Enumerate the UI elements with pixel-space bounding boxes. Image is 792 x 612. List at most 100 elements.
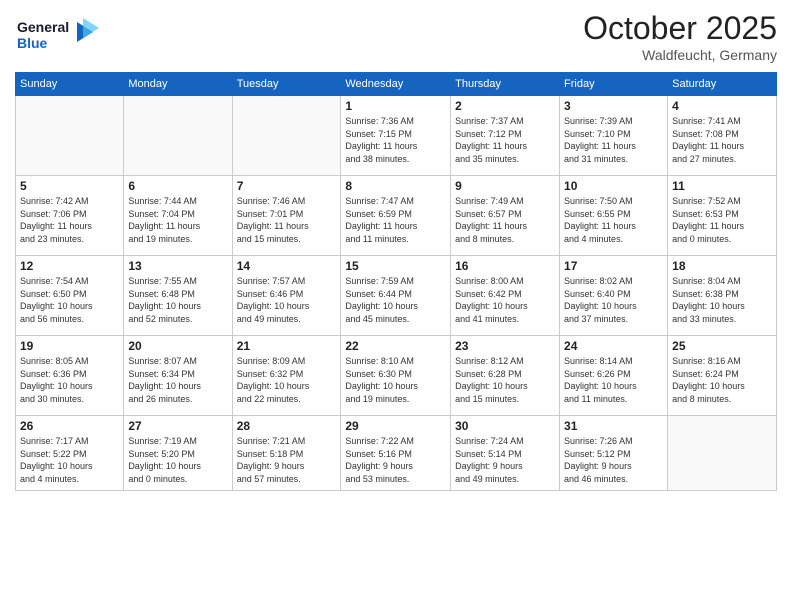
day-number: 8 xyxy=(345,179,446,193)
calendar-cell: 28 Sunrise: 7:21 AM Sunset: 5:18 PM Dayli… xyxy=(232,416,341,491)
day-info: Sunrise: 7:21 AM Sunset: 5:18 PM Dayligh… xyxy=(237,435,337,485)
weekday-header-monday: Monday xyxy=(124,73,232,96)
calendar-cell: 14 Sunrise: 7:57 AM Sunset: 6:46 PM Dayli… xyxy=(232,256,341,336)
day-info: Sunrise: 8:10 AM Sunset: 6:30 PM Dayligh… xyxy=(345,355,446,405)
day-number: 12 xyxy=(20,259,119,273)
calendar-cell: 9 Sunrise: 7:49 AM Sunset: 6:57 PM Daylig… xyxy=(451,176,560,256)
svg-text:General: General xyxy=(17,19,69,35)
calendar-cell: 7 Sunrise: 7:46 AM Sunset: 7:01 PM Daylig… xyxy=(232,176,341,256)
day-info: Sunrise: 8:16 AM Sunset: 6:24 PM Dayligh… xyxy=(672,355,772,405)
day-number: 31 xyxy=(564,419,663,433)
day-info: Sunrise: 7:36 AM Sunset: 7:15 PM Dayligh… xyxy=(345,115,446,165)
day-number: 11 xyxy=(672,179,772,193)
calendar-cell: 27Sunrise: 7:19 AM Sunset: 5:20 PM Dayli… xyxy=(124,416,232,491)
calendar-cell: 30Sunrise: 7:24 AM Sunset: 5:14 PM Dayli… xyxy=(451,416,560,491)
title-block: October 2025 Waldfeucht, Germany xyxy=(583,10,777,63)
day-info: Sunrise: 7:47 AM Sunset: 6:59 PM Dayligh… xyxy=(345,195,446,245)
day-number: 16 xyxy=(455,259,555,273)
calendar-cell: 21Sunrise: 8:09 AM Sunset: 6:32 PM Dayli… xyxy=(232,336,341,416)
calendar-cell: 6 Sunrise: 7:44 AM Sunset: 7:04 PM Daylig… xyxy=(124,176,232,256)
calendar-cell: 3 Sunrise: 7:39 AM Sunset: 7:10 PM Daylig… xyxy=(560,96,668,176)
page-container: General Blue October 2025 Waldfeucht, Ge… xyxy=(0,0,792,496)
header: General Blue October 2025 Waldfeucht, Ge… xyxy=(15,10,777,64)
weekday-header-saturday: Saturday xyxy=(668,73,777,96)
week-row-2: 5 Sunrise: 7:42 AM Sunset: 7:06 PM Daylig… xyxy=(16,176,777,256)
day-number: 15 xyxy=(345,259,446,273)
day-info: Sunrise: 7:37 AM Sunset: 7:12 PM Dayligh… xyxy=(455,115,555,165)
weekday-header-wednesday: Wednesday xyxy=(341,73,451,96)
calendar-cell: 1 Sunrise: 7:36 AM Sunset: 7:15 PM Daylig… xyxy=(341,96,451,176)
day-info: Sunrise: 7:57 AM Sunset: 6:46 PM Dayligh… xyxy=(237,275,337,325)
calendar-cell: 13Sunrise: 7:55 AM Sunset: 6:48 PM Dayli… xyxy=(124,256,232,336)
day-info: Sunrise: 7:19 AM Sunset: 5:20 PM Dayligh… xyxy=(128,435,227,485)
calendar-cell: 23 Sunrise: 8:12 AM Sunset: 6:28 PM Dayli… xyxy=(451,336,560,416)
day-number: 3 xyxy=(564,99,663,113)
weekday-header-thursday: Thursday xyxy=(451,73,560,96)
calendar-cell: 5 Sunrise: 7:42 AM Sunset: 7:06 PM Daylig… xyxy=(16,176,124,256)
day-number: 7 xyxy=(237,179,337,193)
day-info: Sunrise: 7:39 AM Sunset: 7:10 PM Dayligh… xyxy=(564,115,663,165)
day-info: Sunrise: 7:54 AM Sunset: 6:50 PM Dayligh… xyxy=(20,275,119,325)
calendar-cell: 16Sunrise: 8:00 AM Sunset: 6:42 PM Dayli… xyxy=(451,256,560,336)
day-info: Sunrise: 8:14 AM Sunset: 6:26 PM Dayligh… xyxy=(564,355,663,405)
day-info: Sunrise: 7:22 AM Sunset: 5:16 PM Dayligh… xyxy=(345,435,446,485)
weekday-header-row: SundayMondayTuesdayWednesdayThursdayFrid… xyxy=(16,73,777,96)
day-number: 22 xyxy=(345,339,446,353)
calendar-cell: 20Sunrise: 8:07 AM Sunset: 6:34 PM Dayli… xyxy=(124,336,232,416)
day-number: 9 xyxy=(455,179,555,193)
calendar-cell: 29 Sunrise: 7:22 AM Sunset: 5:16 PM Dayli… xyxy=(341,416,451,491)
day-number: 18 xyxy=(672,259,772,273)
day-number: 1 xyxy=(345,99,446,113)
calendar-cell: 25 Sunrise: 8:16 AM Sunset: 6:24 PM Dayli… xyxy=(668,336,777,416)
calendar-cell: 22 Sunrise: 8:10 AM Sunset: 6:30 PM Dayli… xyxy=(341,336,451,416)
day-number: 4 xyxy=(672,99,772,113)
calendar-cell: 12 Sunrise: 7:54 AM Sunset: 6:50 PM Dayli… xyxy=(16,256,124,336)
week-row-1: 1 Sunrise: 7:36 AM Sunset: 7:15 PM Daylig… xyxy=(16,96,777,176)
day-number: 24 xyxy=(564,339,663,353)
day-number: 2 xyxy=(455,99,555,113)
calendar-cell: 19 Sunrise: 8:05 AM Sunset: 6:36 PM Dayli… xyxy=(16,336,124,416)
day-number: 28 xyxy=(237,419,337,433)
weekday-header-tuesday: Tuesday xyxy=(232,73,341,96)
week-row-4: 19 Sunrise: 8:05 AM Sunset: 6:36 PM Dayli… xyxy=(16,336,777,416)
day-number: 29 xyxy=(345,419,446,433)
calendar-cell: 18 Sunrise: 8:04 AM Sunset: 6:38 PM Dayli… xyxy=(668,256,777,336)
day-info: Sunrise: 7:52 AM Sunset: 6:53 PM Dayligh… xyxy=(672,195,772,245)
day-number: 25 xyxy=(672,339,772,353)
calendar-table: SundayMondayTuesdayWednesdayThursdayFrid… xyxy=(15,72,777,491)
calendar-cell: 10Sunrise: 7:50 AM Sunset: 6:55 PM Dayli… xyxy=(560,176,668,256)
day-info: Sunrise: 7:24 AM Sunset: 5:14 PM Dayligh… xyxy=(455,435,555,485)
calendar-cell: 26Sunrise: 7:17 AM Sunset: 5:22 PM Dayli… xyxy=(16,416,124,491)
day-info: Sunrise: 7:59 AM Sunset: 6:44 PM Dayligh… xyxy=(345,275,446,325)
day-info: Sunrise: 8:12 AM Sunset: 6:28 PM Dayligh… xyxy=(455,355,555,405)
calendar-cell xyxy=(668,416,777,491)
day-info: Sunrise: 7:44 AM Sunset: 7:04 PM Dayligh… xyxy=(128,195,227,245)
day-info: Sunrise: 7:46 AM Sunset: 7:01 PM Dayligh… xyxy=(237,195,337,245)
day-info: Sunrise: 8:07 AM Sunset: 6:34 PM Dayligh… xyxy=(128,355,227,405)
day-info: Sunrise: 7:26 AM Sunset: 5:12 PM Dayligh… xyxy=(564,435,663,485)
day-number: 14 xyxy=(237,259,337,273)
calendar-cell: 15 Sunrise: 7:59 AM Sunset: 6:44 PM Dayli… xyxy=(341,256,451,336)
day-info: Sunrise: 8:04 AM Sunset: 6:38 PM Dayligh… xyxy=(672,275,772,325)
calendar-cell: 24 Sunrise: 8:14 AM Sunset: 6:26 PM Dayli… xyxy=(560,336,668,416)
day-number: 21 xyxy=(237,339,337,353)
day-number: 26 xyxy=(20,419,119,433)
calendar-cell xyxy=(232,96,341,176)
day-number: 5 xyxy=(20,179,119,193)
location-subtitle: Waldfeucht, Germany xyxy=(583,47,777,63)
calendar-cell: 31 Sunrise: 7:26 AM Sunset: 5:12 PM Dayli… xyxy=(560,416,668,491)
day-info: Sunrise: 7:42 AM Sunset: 7:06 PM Dayligh… xyxy=(20,195,119,245)
day-number: 10 xyxy=(564,179,663,193)
day-info: Sunrise: 8:05 AM Sunset: 6:36 PM Dayligh… xyxy=(20,355,119,405)
calendar-cell: 2 Sunrise: 7:37 AM Sunset: 7:12 PM Daylig… xyxy=(451,96,560,176)
day-number: 23 xyxy=(455,339,555,353)
day-number: 6 xyxy=(128,179,227,193)
weekday-header-sunday: Sunday xyxy=(16,73,124,96)
day-info: Sunrise: 7:41 AM Sunset: 7:08 PM Dayligh… xyxy=(672,115,772,165)
weekday-header-friday: Friday xyxy=(560,73,668,96)
day-number: 19 xyxy=(20,339,119,353)
day-info: Sunrise: 8:02 AM Sunset: 6:40 PM Dayligh… xyxy=(564,275,663,325)
week-row-3: 12 Sunrise: 7:54 AM Sunset: 6:50 PM Dayli… xyxy=(16,256,777,336)
day-number: 13 xyxy=(128,259,227,273)
day-info: Sunrise: 7:49 AM Sunset: 6:57 PM Dayligh… xyxy=(455,195,555,245)
